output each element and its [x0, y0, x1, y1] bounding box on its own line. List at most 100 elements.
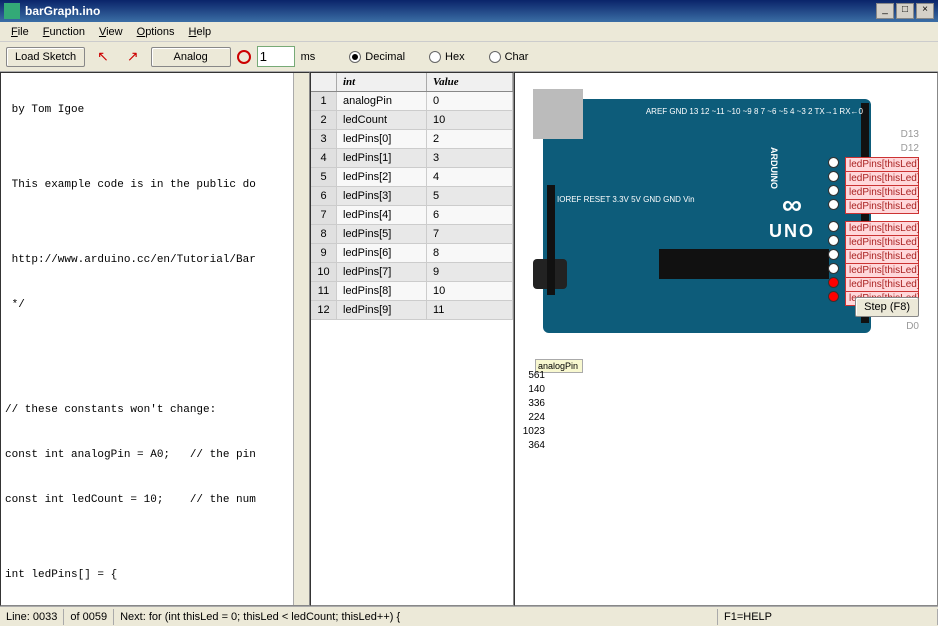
code-scrollbar[interactable] — [293, 73, 309, 605]
var-value: 3 — [427, 149, 513, 167]
menu-function[interactable]: Function — [36, 24, 92, 40]
var-value: 5 — [427, 187, 513, 205]
var-name: ledPins[6] — [337, 244, 427, 262]
window-title: barGraph.ino — [25, 4, 874, 18]
minimize-button[interactable]: _ — [876, 3, 894, 19]
row-num: 3 — [311, 130, 337, 148]
var-value: 6 — [427, 206, 513, 224]
var-name: ledPins[7] — [337, 263, 427, 281]
var-value: 0 — [427, 92, 513, 110]
row-num: 2 — [311, 111, 337, 129]
table-row[interactable]: 6ledPins[3]5 — [311, 187, 513, 206]
led-d4 — [828, 263, 839, 274]
table-row[interactable]: 11ledPins[8]10 — [311, 282, 513, 301]
load-sketch-button[interactable]: Load Sketch — [6, 47, 85, 67]
pin-d6-button[interactable]: ledPins[thisLed] — [845, 235, 919, 250]
led-d11 — [828, 157, 839, 168]
model-label: UNO — [769, 221, 815, 242]
toolbar: Load Sketch ↖ ↗ Analog ms Decimal Hex Ch… — [0, 42, 938, 72]
status-next: Next: for (int thisLed = 0; thisLed < le… — [114, 609, 718, 625]
var-name: ledCount — [337, 111, 427, 129]
radio-decimal[interactable]: Decimal — [349, 51, 405, 63]
var-value: 9 — [427, 263, 513, 281]
menu-file[interactable]: File — [4, 24, 36, 40]
a3-value: 224 — [515, 411, 545, 425]
var-value: 7 — [427, 225, 513, 243]
table-row[interactable]: 12ledPins[9]11 — [311, 301, 513, 320]
step-button[interactable]: Step (F8) — [855, 297, 919, 317]
code-line[interactable]: const int analogPin = A0; // the pin — [1, 448, 309, 463]
table-row[interactable]: 1analogPin0 — [311, 92, 513, 111]
forward-arrow-icon[interactable]: ↗ — [121, 48, 145, 65]
arduino-board: ARDUINO ∞ UNO IOREF RESET 3.3V 5V GND GN… — [543, 99, 871, 333]
row-num: 6 — [311, 187, 337, 205]
menu-help[interactable]: Help — [182, 24, 219, 40]
var-value: 10 — [427, 282, 513, 300]
back-arrow-icon[interactable]: ↖ — [91, 48, 115, 65]
pin-d4-button[interactable]: ledPins[thisLed] — [845, 263, 919, 278]
var-value: 4 — [427, 168, 513, 186]
radio-char-label: Char — [505, 51, 529, 63]
table-header: int Value — [311, 73, 513, 92]
time-input[interactable] — [257, 46, 295, 67]
analog-button[interactable]: Analog — [151, 47, 231, 67]
row-num: 4 — [311, 149, 337, 167]
row-num: 1 — [311, 92, 337, 110]
code-line[interactable]: by Tom Igoe — [1, 103, 309, 118]
table-row[interactable]: 5ledPins[2]4 — [311, 168, 513, 187]
radio-char[interactable]: Char — [489, 51, 529, 63]
maximize-button[interactable]: □ — [896, 3, 914, 19]
table-row[interactable]: 10ledPins[7]9 — [311, 263, 513, 282]
pin-d5-button[interactable]: ledPins[thisLed] — [845, 249, 919, 264]
variables-table: int Value 1analogPin02ledCount103ledPins… — [310, 72, 514, 606]
status-of: of 0059 — [64, 609, 114, 625]
analog-values: 561 140 336 224 1023 364 — [515, 369, 545, 453]
radio-hex[interactable]: Hex — [429, 51, 465, 63]
led-d9 — [828, 185, 839, 196]
left-header-icon — [547, 185, 555, 295]
var-value: 11 — [427, 301, 513, 319]
table-row[interactable]: 2ledCount10 — [311, 111, 513, 130]
var-name: ledPins[4] — [337, 206, 427, 224]
arduino-simulator: ARDUINO ∞ UNO IOREF RESET 3.3V 5V GND GN… — [514, 72, 938, 606]
table-row[interactable]: 9ledPins[6]8 — [311, 244, 513, 263]
table-row[interactable]: 8ledPins[5]7 — [311, 225, 513, 244]
code-line[interactable]: const int ledCount = 10; // the num — [1, 493, 309, 508]
radio-decimal-label: Decimal — [365, 51, 405, 63]
a1-value: 140 — [515, 383, 545, 397]
table-row[interactable]: 3ledPins[0]2 — [311, 130, 513, 149]
record-icon[interactable] — [237, 50, 251, 64]
menu-view[interactable]: View — [92, 24, 130, 40]
pin-d11-button[interactable]: ledPins[thisLed] — [845, 157, 919, 172]
pin-d12-label: D12 — [901, 143, 919, 154]
table-row[interactable]: 4ledPins[1]3 — [311, 149, 513, 168]
code-line[interactable]: // these constants won't change: — [1, 403, 309, 418]
titlebar: barGraph.ino _ □ × — [0, 0, 938, 22]
led-d8 — [828, 199, 839, 210]
status-bar: Line: 0033 of 0059 Next: for (int thisLe… — [0, 606, 938, 626]
row-num: 10 — [311, 263, 337, 281]
pin-d7-button[interactable]: ledPins[thisLed] — [845, 221, 919, 236]
a5-value: 364 — [515, 439, 545, 453]
code-line[interactable]: int ledPins[] = { — [1, 568, 309, 583]
code-line[interactable]: This example code is in the public do — [1, 178, 309, 193]
a4-value: 1023 — [515, 425, 545, 439]
table-row[interactable]: 7ledPins[4]6 — [311, 206, 513, 225]
var-value: 10 — [427, 111, 513, 129]
code-line[interactable]: http://www.arduino.cc/en/Tutorial/Bar — [1, 253, 309, 268]
code-line[interactable]: */ — [1, 298, 309, 313]
left-pin-labels: IOREF RESET 3.3V 5V GND GND Vin — [557, 193, 695, 206]
var-name: ledPins[2] — [337, 168, 427, 186]
menu-options[interactable]: Options — [130, 24, 182, 40]
pin-d8-button[interactable]: ledPins[thisLed] — [845, 199, 919, 214]
pin-d9-button[interactable]: ledPins[thisLed] — [845, 185, 919, 200]
menubar: File Function View Options Help — [0, 22, 938, 42]
var-name: ledPins[5] — [337, 225, 427, 243]
app-icon — [4, 3, 20, 19]
row-num: 8 — [311, 225, 337, 243]
pin-d0-label: D0 — [906, 321, 919, 332]
pin-d10-button[interactable]: ledPins[thisLed] — [845, 171, 919, 186]
close-button[interactable]: × — [916, 3, 934, 19]
pin-d3-button[interactable]: ledPins[thisLed] — [845, 277, 919, 292]
code-editor[interactable]: by Tom Igoe This example code is in the … — [0, 72, 310, 606]
